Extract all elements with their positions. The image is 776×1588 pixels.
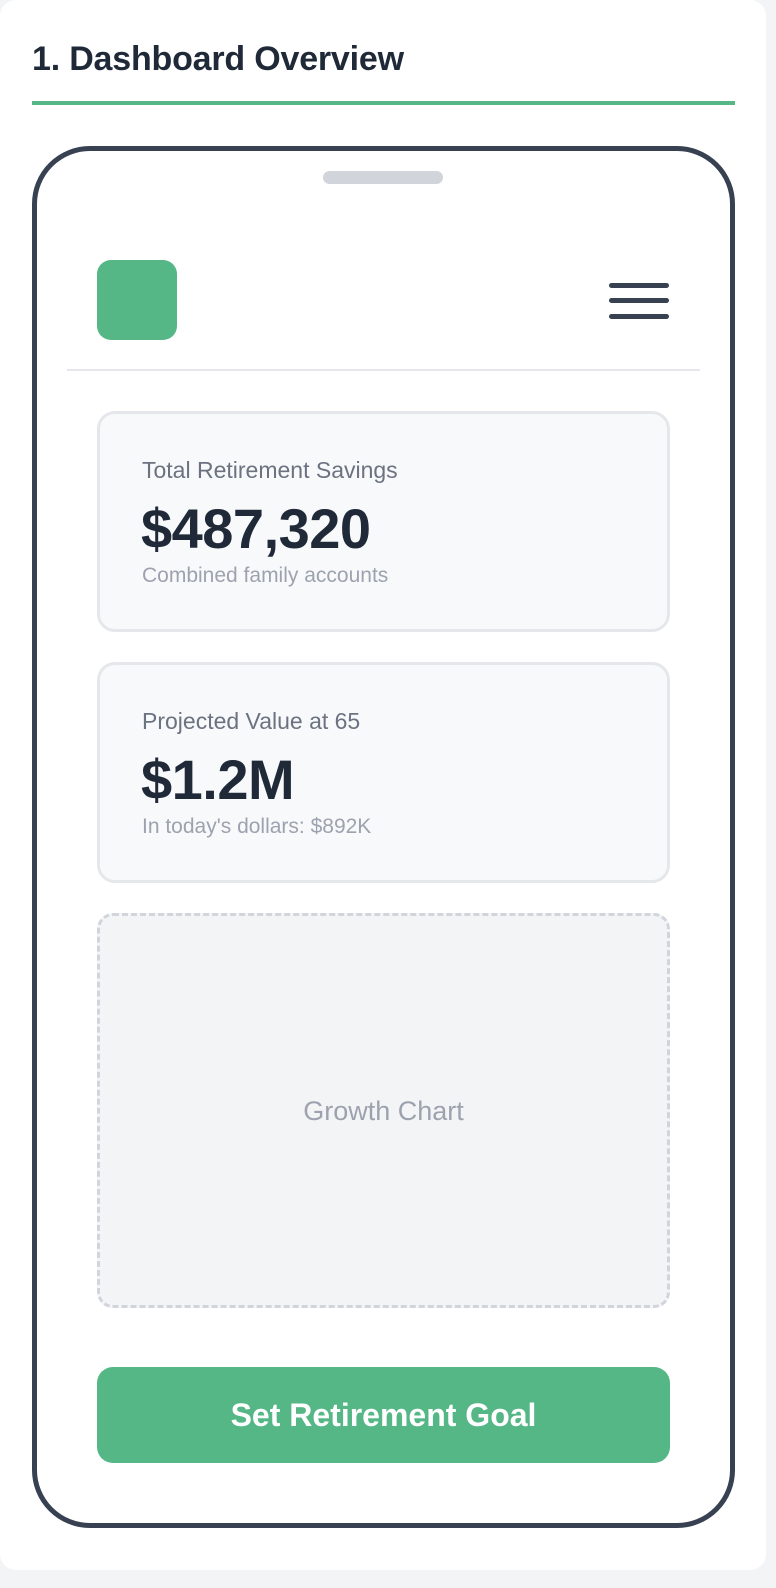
projected-value-card[interactable]: Projected Value at 65 $1.2M In today's d… <box>97 662 670 883</box>
card-subtext: Combined family accounts <box>142 564 389 587</box>
set-retirement-goal-button[interactable]: Set Retirement Goal <box>97 1367 670 1463</box>
growth-chart-placeholder: Growth Chart <box>97 913 670 1308</box>
chart-placeholder-label: Growth Chart <box>303 1096 464 1126</box>
header-divider <box>67 369 700 371</box>
total-savings-card[interactable]: Total Retirement Savings $487,320 Combin… <box>97 411 670 632</box>
card-subtext: In today's dollars: $892K <box>142 815 372 838</box>
menu-bar <box>609 314 669 319</box>
hamburger-menu-icon[interactable] <box>609 279 671 323</box>
menu-bar <box>609 298 669 303</box>
phone-mockup: Total Retirement Savings $487,320 Combin… <box>32 146 735 1528</box>
phone-notch <box>323 171 443 184</box>
card-value: $487,320 <box>141 497 371 560</box>
title-underline <box>32 101 735 105</box>
wireframe-panel: 1. Dashboard Overview Total Retirement S… <box>0 0 766 1570</box>
card-label: Projected Value at 65 <box>142 708 361 734</box>
card-value: $1.2M <box>141 748 295 811</box>
card-label: Total Retirement Savings <box>142 457 398 483</box>
app-logo-icon[interactable] <box>97 260 177 340</box>
section-title: 1. Dashboard Overview <box>32 40 404 78</box>
menu-bar <box>609 283 669 288</box>
